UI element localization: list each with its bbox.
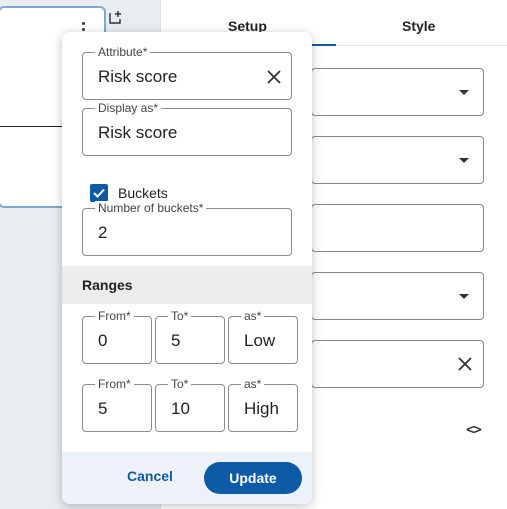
- range-from-value: 0: [98, 331, 108, 350]
- range-from-label: From*: [95, 377, 134, 391]
- range-1-to-field[interactable]: To* 5: [155, 309, 225, 364]
- bucket-settings-popup: Attribute* Risk score Display as* Risk s…: [62, 32, 312, 504]
- attribute-value: Risk score: [98, 67, 178, 86]
- range-2-to-field[interactable]: To* 10: [155, 377, 225, 432]
- number-of-buckets-value: 2: [98, 223, 108, 242]
- popup-footer: Cancel Update: [62, 452, 312, 504]
- buckets-checkbox[interactable]: [90, 184, 108, 202]
- range-from-label: From*: [95, 309, 134, 323]
- range-from-value: 5: [98, 399, 108, 418]
- panel-dropdown-2[interactable]: [311, 136, 484, 184]
- number-of-buckets-field[interactable]: Number of buckets* 2: [82, 201, 292, 256]
- number-of-buckets-label: Number of buckets*: [95, 201, 207, 215]
- panel-dropdown-1[interactable]: [311, 68, 484, 116]
- panel-input-field[interactable]: [311, 204, 484, 252]
- display-as-value: Risk score: [98, 123, 178, 142]
- close-icon[interactable]: [265, 68, 283, 86]
- add-widget-icon[interactable]: [109, 10, 123, 24]
- range-as-value: High: [244, 399, 279, 418]
- close-icon[interactable]: [457, 356, 473, 372]
- range-as-label: as*: [241, 377, 265, 391]
- range-1-as-field[interactable]: as* Low: [228, 309, 298, 364]
- range-1-from-field[interactable]: From* 0: [82, 309, 152, 364]
- display-as-label: Display as*: [95, 101, 162, 115]
- cancel-button[interactable]: Cancel: [127, 468, 173, 484]
- range-as-label: as*: [241, 309, 265, 323]
- check-icon: [93, 188, 105, 198]
- code-icon[interactable]: <>: [466, 422, 482, 438]
- chevron-down-icon: [459, 158, 469, 163]
- range-to-label: To*: [168, 377, 192, 391]
- attribute-label: Attribute*: [95, 45, 151, 59]
- tab-style[interactable]: Style: [402, 18, 435, 34]
- range-2-from-field[interactable]: From* 5: [82, 377, 152, 432]
- ranges-section-header: Ranges: [62, 266, 312, 304]
- chevron-down-icon: [459, 90, 469, 95]
- range-to-value: 10: [171, 399, 190, 418]
- update-button[interactable]: Update: [204, 462, 302, 494]
- buckets-label: Buckets: [118, 185, 168, 201]
- range-as-value: Low: [244, 331, 276, 350]
- panel-clearable-field[interactable]: [311, 340, 484, 388]
- range-2-as-field[interactable]: as* High: [228, 377, 298, 432]
- attribute-field[interactable]: Attribute* Risk score: [82, 45, 292, 100]
- display-as-field[interactable]: Display as* Risk score: [82, 101, 292, 156]
- panel-dropdown-3[interactable]: [311, 272, 484, 320]
- ranges-title: Ranges: [82, 277, 133, 293]
- range-to-label: To*: [168, 309, 192, 323]
- chevron-down-icon: [459, 294, 469, 299]
- range-to-value: 5: [171, 331, 181, 350]
